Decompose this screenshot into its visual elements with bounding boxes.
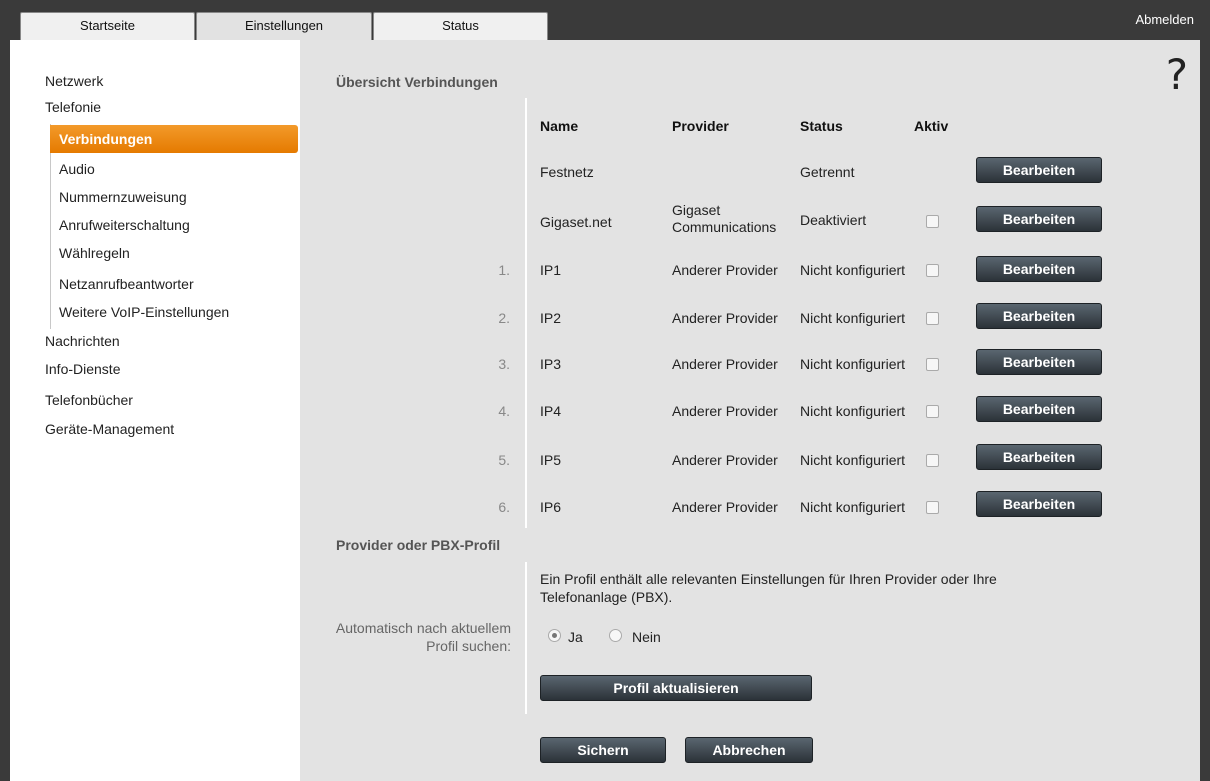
cancel-button[interactable]: Abbrechen bbox=[685, 737, 813, 763]
sidebar-item-netzwerk[interactable]: Netzwerk bbox=[45, 73, 103, 89]
active-checkbox-ip1[interactable] bbox=[926, 264, 939, 277]
header-status: Status bbox=[800, 118, 843, 134]
update-profile-button[interactable]: Profil aktualisieren bbox=[540, 675, 812, 701]
row-number: 4. bbox=[498, 403, 510, 419]
row-status: Nicht konfiguriert bbox=[800, 452, 906, 468]
row-status: Deaktiviert bbox=[800, 212, 867, 228]
row-provider: Anderer Provider bbox=[672, 452, 778, 468]
profile-divider bbox=[525, 562, 527, 714]
sidebar-item-netzanrufbeantworter[interactable]: Netzanrufbeantworter bbox=[59, 276, 194, 292]
overview-title: Übersicht Verbindungen bbox=[336, 74, 498, 90]
edit-button-gigaset[interactable]: Bearbeiten bbox=[976, 206, 1102, 232]
sidebar-item-weitere-voip[interactable]: Weitere VoIP-Einstellungen bbox=[59, 304, 229, 320]
section-divider bbox=[525, 98, 527, 528]
row-provider: Anderer Provider bbox=[672, 262, 778, 278]
row-name: Gigaset.net bbox=[540, 214, 612, 230]
sidebar-item-waehlregeln[interactable]: Wählregeln bbox=[59, 245, 130, 261]
row-status: Nicht konfiguriert bbox=[800, 310, 906, 326]
tab-startseite[interactable]: Startseite bbox=[20, 12, 195, 40]
logout-link[interactable]: Abmelden bbox=[1135, 12, 1194, 27]
help-icon[interactable]: ? bbox=[1166, 50, 1188, 99]
sidebar-item-telefonbuecher[interactable]: Telefonbücher bbox=[45, 392, 133, 408]
row-status: Getrennt bbox=[800, 164, 855, 180]
profile-description-line2: Telefonanlage (PBX). bbox=[540, 589, 673, 605]
radio-nein[interactable] bbox=[609, 629, 622, 642]
radio-nein-label[interactable]: Nein bbox=[632, 629, 661, 645]
edit-button-ip6[interactable]: Bearbeiten bbox=[976, 491, 1102, 517]
header-aktiv: Aktiv bbox=[914, 118, 949, 134]
row-provider: Anderer Provider bbox=[672, 356, 778, 372]
row-name: IP2 bbox=[540, 310, 562, 326]
sidebar-item-verbindungen[interactable]: Verbindungen bbox=[50, 125, 298, 153]
sidebar-item-nummernzuweisung[interactable]: Nummernzuweisung bbox=[59, 189, 187, 205]
sidebar-item-anrufweiterschaltung[interactable]: Anrufweiterschaltung bbox=[59, 217, 190, 233]
profile-description: Ein Profil enthält alle relevanten Einst… bbox=[540, 571, 997, 587]
row-provider: Anderer Provider bbox=[672, 499, 778, 515]
row-status: Nicht konfiguriert bbox=[800, 262, 906, 278]
row-number: 3. bbox=[498, 356, 510, 372]
active-checkbox-gigaset[interactable] bbox=[926, 215, 939, 228]
row-provider: Anderer Provider bbox=[672, 403, 778, 419]
edit-button-ip4[interactable]: Bearbeiten bbox=[976, 396, 1102, 422]
row-provider-line2: Communications bbox=[672, 219, 777, 235]
row-name: IP5 bbox=[540, 452, 562, 468]
row-provider: Gigaset bbox=[672, 202, 721, 218]
row-status: Nicht konfiguriert bbox=[800, 356, 906, 372]
top-tab-bar: Startseite Einstellungen Status Abmelden bbox=[0, 0, 1210, 41]
edit-button-ip3[interactable]: Bearbeiten bbox=[976, 349, 1102, 375]
row-provider: Anderer Provider bbox=[672, 310, 778, 326]
sidebar-item-info-dienste[interactable]: Info-Dienste bbox=[45, 361, 120, 377]
active-checkbox-ip2[interactable] bbox=[926, 312, 939, 325]
main-frame: Netzwerk Telefonie Verbindungen Audio Nu… bbox=[10, 40, 1200, 781]
content-panel: ? Übersicht Verbindungen Name Provider S… bbox=[300, 40, 1200, 781]
edit-button-festnetz[interactable]: Bearbeiten bbox=[976, 157, 1102, 183]
row-number: 1. bbox=[498, 262, 510, 278]
row-name: IP3 bbox=[540, 356, 562, 372]
row-name: IP4 bbox=[540, 403, 562, 419]
edit-button-ip2[interactable]: Bearbeiten bbox=[976, 303, 1102, 329]
sidebar-item-telefonie[interactable]: Telefonie bbox=[45, 99, 101, 115]
sidebar-item-audio[interactable]: Audio bbox=[59, 161, 95, 177]
tab-einstellungen[interactable]: Einstellungen bbox=[196, 12, 372, 41]
row-name: Festnetz bbox=[540, 164, 594, 180]
sidebar-item-nachrichten[interactable]: Nachrichten bbox=[45, 333, 120, 349]
edit-button-ip1[interactable]: Bearbeiten bbox=[976, 256, 1102, 282]
active-checkbox-ip3[interactable] bbox=[926, 358, 939, 371]
row-number: 6. bbox=[498, 499, 510, 515]
active-checkbox-ip5[interactable] bbox=[926, 454, 939, 467]
active-checkbox-ip6[interactable] bbox=[926, 501, 939, 514]
row-name: IP6 bbox=[540, 499, 562, 515]
sidebar-item-geraete-management[interactable]: Geräte-Management bbox=[45, 421, 174, 437]
row-number: 2. bbox=[498, 310, 510, 326]
tab-status[interactable]: Status bbox=[373, 12, 548, 40]
row-number: 5. bbox=[498, 452, 510, 468]
profile-title: Provider oder PBX-Profil bbox=[336, 537, 501, 553]
active-checkbox-ip4[interactable] bbox=[926, 405, 939, 418]
row-name: IP1 bbox=[540, 262, 562, 278]
row-status: Nicht konfiguriert bbox=[800, 403, 906, 419]
edit-button-ip5[interactable]: Bearbeiten bbox=[976, 444, 1102, 470]
header-provider: Provider bbox=[672, 118, 729, 134]
sidebar: Netzwerk Telefonie Verbindungen Audio Nu… bbox=[10, 40, 310, 781]
save-button[interactable]: Sichern bbox=[540, 737, 666, 763]
radio-ja[interactable] bbox=[548, 629, 561, 642]
sidebar-sub-divider bbox=[50, 124, 51, 329]
auto-search-label: Automatisch nach aktuellem bbox=[335, 620, 511, 636]
header-name: Name bbox=[540, 118, 579, 134]
auto-search-label-line2: Profil suchen: bbox=[426, 638, 511, 654]
row-status: Nicht konfiguriert bbox=[800, 499, 906, 515]
radio-ja-label[interactable]: Ja bbox=[568, 629, 583, 645]
